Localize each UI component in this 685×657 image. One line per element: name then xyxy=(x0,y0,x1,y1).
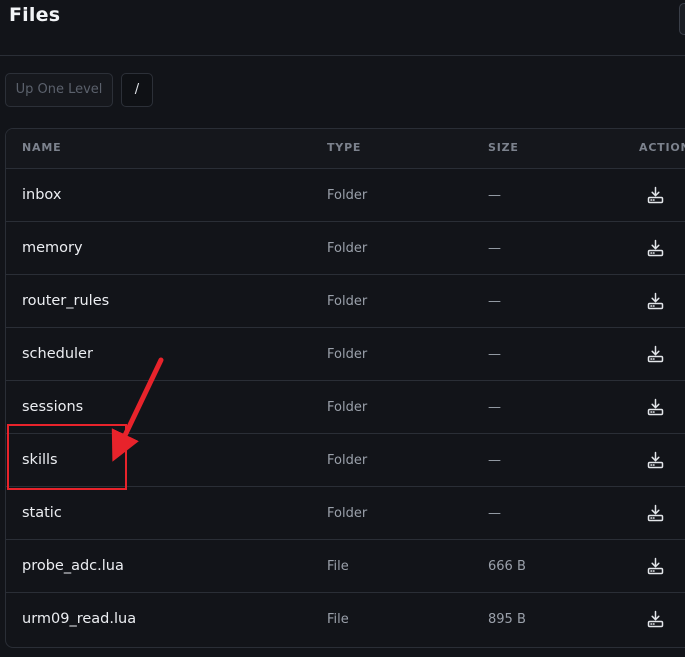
table-row[interactable]: memory Folder — xyxy=(6,222,685,275)
file-name[interactable]: probe_adc.lua xyxy=(22,540,124,593)
file-type: Folder xyxy=(327,453,368,468)
table-row[interactable]: inbox Folder — xyxy=(6,169,685,222)
download-icon[interactable] xyxy=(647,239,664,257)
file-size: — xyxy=(488,188,501,203)
file-size: 666 B xyxy=(488,559,526,574)
table-row[interactable]: scheduler Folder — xyxy=(6,328,685,381)
file-name[interactable]: scheduler xyxy=(22,328,93,381)
header: Files xyxy=(0,0,685,56)
file-size: — xyxy=(488,294,501,309)
download-icon[interactable] xyxy=(647,398,664,416)
download-icon[interactable] xyxy=(647,451,664,469)
toolbar: Up One Level / xyxy=(5,73,153,107)
files-table: NAME TYPE SIZE ACTIONS inboxFolder—memor… xyxy=(5,128,685,648)
file-name[interactable]: skills xyxy=(22,434,58,487)
file-name[interactable]: static xyxy=(22,487,62,540)
column-header-size[interactable]: SIZE xyxy=(488,141,519,154)
page-title: Files xyxy=(9,4,61,26)
table-row[interactable]: sessions Folder — xyxy=(6,381,685,434)
files-page: Files Up One Level / NAME TYPE SIZE ACTI… xyxy=(0,0,685,657)
file-name[interactable]: sessions xyxy=(22,381,83,434)
table-row[interactable]: skills Folder — xyxy=(6,434,685,487)
table-row[interactable]: router_rules Folder — xyxy=(6,275,685,328)
table-body: inbox Folder — memory Folder — router_rules Fol… xyxy=(6,169,685,646)
download-icon[interactable] xyxy=(647,504,664,522)
header-action-button[interactable] xyxy=(679,3,685,35)
file-type: Folder xyxy=(327,506,368,521)
download-icon[interactable] xyxy=(647,186,664,204)
file-size: — xyxy=(488,241,501,256)
column-header-actions: ACTIONS xyxy=(639,141,685,154)
table-header: NAME TYPE SIZE ACTIONS xyxy=(6,129,685,169)
path-breadcrumb[interactable]: / xyxy=(121,73,153,107)
download-icon[interactable] xyxy=(647,557,664,575)
table-row[interactable]: static Folder — xyxy=(6,487,685,540)
file-name[interactable]: router_rules xyxy=(22,275,109,328)
file-size: — xyxy=(488,506,501,521)
file-name[interactable]: inbox xyxy=(22,169,61,222)
file-type: Folder xyxy=(327,188,368,203)
file-size: — xyxy=(488,347,501,362)
file-name[interactable]: urm09_read.lua xyxy=(22,593,136,646)
file-name[interactable]: memory xyxy=(22,222,83,275)
file-size: — xyxy=(488,400,501,415)
up-one-level-button[interactable]: Up One Level xyxy=(5,73,113,107)
column-header-type[interactable]: TYPE xyxy=(327,141,361,154)
file-type: File xyxy=(327,559,349,574)
file-size: 895 B xyxy=(488,612,526,627)
file-type: Folder xyxy=(327,347,368,362)
download-icon[interactable] xyxy=(647,345,664,363)
table-row[interactable]: urm09_read.lua File 895 B xyxy=(6,593,685,646)
file-size: — xyxy=(488,453,501,468)
file-type: Folder xyxy=(327,241,368,256)
table-row[interactable]: probe_adc.lua File 666 B xyxy=(6,540,685,593)
column-header-name[interactable]: NAME xyxy=(22,141,61,154)
download-icon[interactable] xyxy=(647,292,664,310)
file-type: File xyxy=(327,612,349,627)
download-icon[interactable] xyxy=(647,610,664,628)
file-type: Folder xyxy=(327,400,368,415)
file-type: Folder xyxy=(327,294,368,309)
